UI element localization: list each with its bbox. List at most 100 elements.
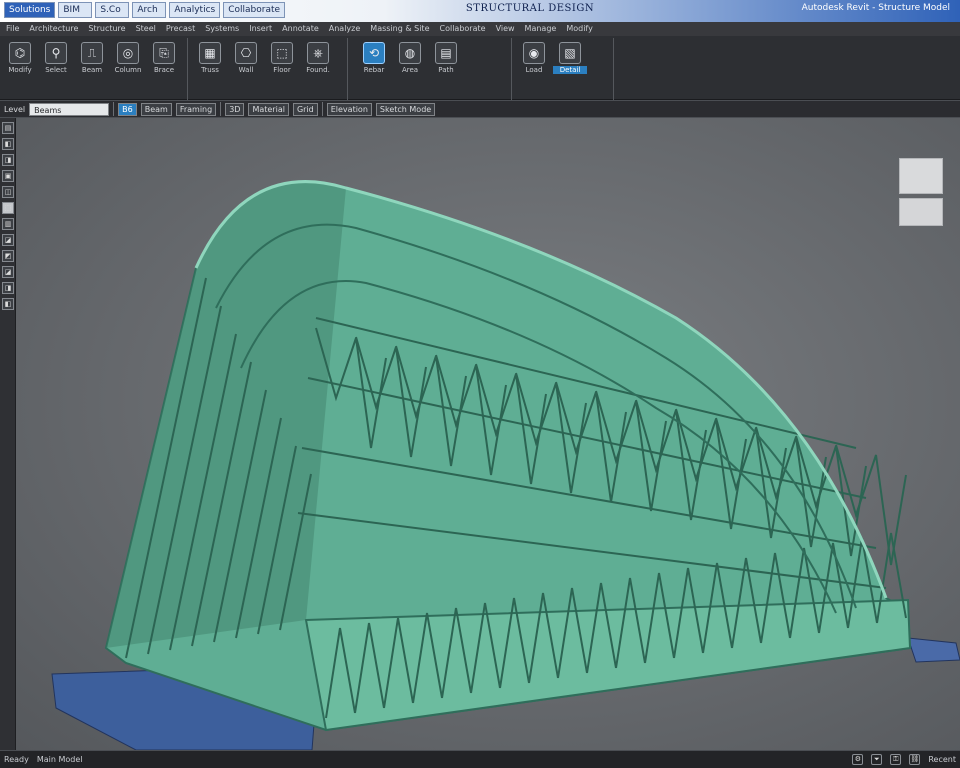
floor-icon: ⬚ xyxy=(271,42,293,64)
brace-icon: ⎘ xyxy=(153,42,175,64)
options-button[interactable]: Grid xyxy=(292,102,318,116)
ribbon-tab[interactable]: Manage xyxy=(525,24,557,34)
ribbon-button-label: Column xyxy=(114,66,142,74)
ribbon-button[interactable]: ◍ Area xyxy=(394,42,426,88)
ribbon-button-label: Found. xyxy=(306,66,330,74)
path-icon: ▤ xyxy=(435,42,457,64)
view-cube-top[interactable] xyxy=(899,158,943,194)
ribbon-tab[interactable]: Insert xyxy=(249,24,272,34)
ribbon-button[interactable]: ⌬ Modify xyxy=(4,42,36,88)
options-button[interactable]: Framing xyxy=(175,102,217,116)
ribbon-button-label: Load xyxy=(525,66,543,74)
filter-icon[interactable]: ⏷ xyxy=(871,754,883,765)
ribbon-tab[interactable]: Steel xyxy=(136,24,156,34)
ribbon-tab[interactable]: Collaborate xyxy=(440,24,486,34)
status-text: Main Model xyxy=(36,755,83,764)
tool-icon[interactable]: ⬚ xyxy=(2,202,14,214)
tool-icon[interactable]: ▥ xyxy=(2,218,14,230)
status-text: Ready xyxy=(4,755,29,764)
options-type-field[interactable]: Beams xyxy=(29,102,110,116)
ribbon-tab[interactable]: Structure xyxy=(88,24,125,34)
link-icon[interactable]: ⛓ xyxy=(909,754,921,765)
ribbon-button[interactable]: ⎍ Beam xyxy=(76,42,108,88)
tool-icon[interactable]: ◪ xyxy=(2,234,14,246)
ribbon-tab[interactable]: Modify xyxy=(566,24,593,34)
ribbon-group-modify: ⌬ Modify ⚲ Select ⎍ Beam ◎ Column ⎘ Brace xyxy=(0,38,188,100)
ribbon-group-reinforcement: ⟲ Rebar ◍ Area ▤ Path xyxy=(354,38,512,100)
ribbon-button[interactable]: ▦ Truss xyxy=(194,42,226,88)
title-tabs: Solutions BIM S.Co Arch Analytics Collab… xyxy=(0,0,289,20)
ribbon-tabs: File Architecture Structure Steel Precas… xyxy=(0,22,960,36)
ribbon-button[interactable]: ⟲ Rebar xyxy=(358,42,390,88)
status-bar: Ready Main Model ⚙ ⏷ ⚿ ⛓ Recent xyxy=(0,750,960,768)
divider xyxy=(113,102,115,116)
tool-icon[interactable]: ◧ xyxy=(2,138,14,150)
status-text: Recent xyxy=(928,755,956,764)
beam-icon: ⎍ xyxy=(81,42,103,64)
ribbon-button[interactable]: ◉ Load xyxy=(518,42,550,88)
ribbon-button-label: Path xyxy=(438,66,454,74)
ribbon-button[interactable]: ⚲ Select xyxy=(40,42,72,88)
load-icon: ◉ xyxy=(523,42,545,64)
ribbon-tab[interactable]: Precast xyxy=(166,24,195,34)
tool-icon[interactable]: ◨ xyxy=(2,154,14,166)
ribbon-group-analyze: ◉ Load ▧ Detail xyxy=(514,38,614,100)
structure-model[interactable] xyxy=(16,118,960,750)
divider xyxy=(321,102,323,116)
settings-icon[interactable]: ⚙ xyxy=(852,754,864,765)
ribbon-button-label: Modify xyxy=(8,66,32,74)
column-icon: ◎ xyxy=(117,42,139,64)
app-window: Solutions BIM S.Co Arch Analytics Collab… xyxy=(0,0,960,768)
ribbon-tab[interactable]: Massing & Site xyxy=(370,24,429,34)
options-button[interactable]: B6 xyxy=(118,102,137,116)
ribbon-tab[interactable]: View xyxy=(496,24,515,34)
ribbon-button[interactable]: ⎔ Wall xyxy=(230,42,262,88)
tool-icon[interactable]: ◩ xyxy=(2,250,14,262)
3d-viewport[interactable] xyxy=(16,118,960,750)
ribbon-button-label: Rebar xyxy=(363,66,385,74)
title-tab[interactable]: BIM xyxy=(58,2,93,18)
options-button[interactable]: Beam xyxy=(140,102,172,116)
title-tab[interactable]: Collaborate xyxy=(223,2,286,18)
wall-icon: ⎔ xyxy=(235,42,257,64)
left-toolstrip: ▤ ◧ ◨ ▣ ◫ ⬚ ▥ ◪ ◩ ◪ ◨ ◧ xyxy=(0,118,16,750)
ribbon-button[interactable]: ▧ Detail xyxy=(553,42,587,88)
rebar-icon: ⟲ xyxy=(363,42,385,64)
tool-icon[interactable]: ◧ xyxy=(2,298,14,310)
ribbon-button-label: Truss xyxy=(201,66,219,74)
title-tab[interactable]: Arch xyxy=(132,2,167,18)
tool-icon[interactable]: ◪ xyxy=(2,266,14,278)
ribbon-button[interactable]: ◎ Column xyxy=(112,42,144,88)
title-tab[interactable]: Analytics xyxy=(169,2,221,18)
ribbon-button[interactable]: ⬚ Floor xyxy=(266,42,298,88)
tool-icon[interactable]: ▣ xyxy=(2,170,14,182)
ribbon-tab[interactable]: Architecture xyxy=(29,24,78,34)
truss-icon: ▦ xyxy=(199,42,221,64)
tool-icon[interactable]: ◫ xyxy=(2,186,14,198)
tool-icon[interactable]: ▤ xyxy=(2,122,14,134)
window-title: STRUCTURAL DESIGN xyxy=(465,3,595,14)
options-button[interactable]: Sketch Mode xyxy=(375,102,436,116)
options-button[interactable]: Material xyxy=(248,102,289,116)
ribbon-tab[interactable]: File xyxy=(6,24,19,34)
status-right: ⚙ ⏷ ⚿ ⛓ Recent xyxy=(852,754,956,765)
divider xyxy=(220,102,222,116)
title-tab[interactable]: S.Co xyxy=(95,2,130,18)
view-cube-bottom[interactable] xyxy=(899,198,943,226)
ribbon: File Architecture Structure Steel Precas… xyxy=(0,22,960,100)
ribbon-tab[interactable]: Systems xyxy=(205,24,239,34)
ribbon-button-label: Floor xyxy=(273,66,291,74)
area-icon: ◍ xyxy=(399,42,421,64)
options-button[interactable]: 3D xyxy=(225,102,245,116)
options-button[interactable]: Elevation xyxy=(326,102,372,116)
view-cube[interactable] xyxy=(899,158,943,228)
options-mode-label: Level xyxy=(4,104,26,114)
ribbon-button[interactable]: ▤ Path xyxy=(430,42,462,88)
ribbon-tab[interactable]: Annotate xyxy=(282,24,319,34)
ribbon-tab[interactable]: Analyze xyxy=(329,24,361,34)
tool-icon[interactable]: ◨ xyxy=(2,282,14,294)
lock-icon[interactable]: ⚿ xyxy=(890,754,902,765)
ribbon-button[interactable]: ⎘ Brace xyxy=(148,42,180,88)
title-tab[interactable]: Solutions xyxy=(4,2,56,18)
ribbon-button[interactable]: ⎈ Found. xyxy=(302,42,334,88)
